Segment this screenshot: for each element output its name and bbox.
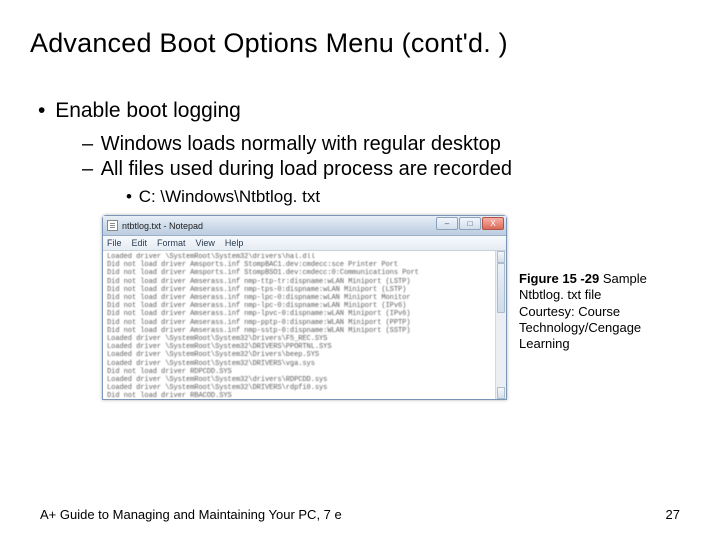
figure-label: Figure 15 -29 xyxy=(519,271,599,286)
close-button[interactable]: X xyxy=(482,217,504,230)
bullet-path: C: \Windows\Ntbtlog. txt xyxy=(142,187,690,207)
footer: A+ Guide to Managing and Maintaining You… xyxy=(40,507,680,522)
minimize-button[interactable]: – xyxy=(436,217,458,230)
figure-caption: Figure 15 -29 Sample Ntbtlog. txt file C… xyxy=(519,271,669,352)
notepad-title: ntbtlog.txt - Notepad xyxy=(122,221,203,231)
notepad-text: Loaded driver \SystemRoot\System32\drive… xyxy=(107,253,502,399)
bullet-loads-normally: Windows loads normally with regular desk… xyxy=(104,133,690,156)
bullet-files-recorded: All files used during load process are r… xyxy=(104,158,690,181)
notepad-body: Loaded driver \SystemRoot\System32\drive… xyxy=(103,251,506,399)
bullet-enable-boot-logging: Enable boot logging xyxy=(56,99,690,123)
figure-desc-2: Courtesy: Course Technology/Cengage Lear… xyxy=(519,304,641,352)
notepad-window: ntbtlog.txt - Notepad – □ X File Edit Fo… xyxy=(102,215,507,400)
notepad-titlebar: ntbtlog.txt - Notepad – □ X xyxy=(103,216,506,236)
menu-edit[interactable]: Edit xyxy=(132,238,148,248)
page-number: 27 xyxy=(666,507,680,522)
window-controls: – □ X xyxy=(436,217,504,230)
menu-format[interactable]: Format xyxy=(157,238,186,248)
scrollbar[interactable] xyxy=(495,251,506,399)
footer-left: A+ Guide to Managing and Maintaining You… xyxy=(40,507,342,522)
notepad-menubar: File Edit Format View Help xyxy=(103,236,506,251)
notepad-icon xyxy=(107,220,118,231)
slide-title: Advanced Boot Options Menu (cont'd. ) xyxy=(30,28,690,59)
maximize-button[interactable]: □ xyxy=(459,217,481,230)
scrollbar-thumb[interactable] xyxy=(497,263,505,313)
figure-row: ntbtlog.txt - Notepad – □ X File Edit Fo… xyxy=(102,215,690,400)
menu-help[interactable]: Help xyxy=(225,238,244,248)
menu-file[interactable]: File xyxy=(107,238,122,248)
menu-view[interactable]: View xyxy=(196,238,215,248)
